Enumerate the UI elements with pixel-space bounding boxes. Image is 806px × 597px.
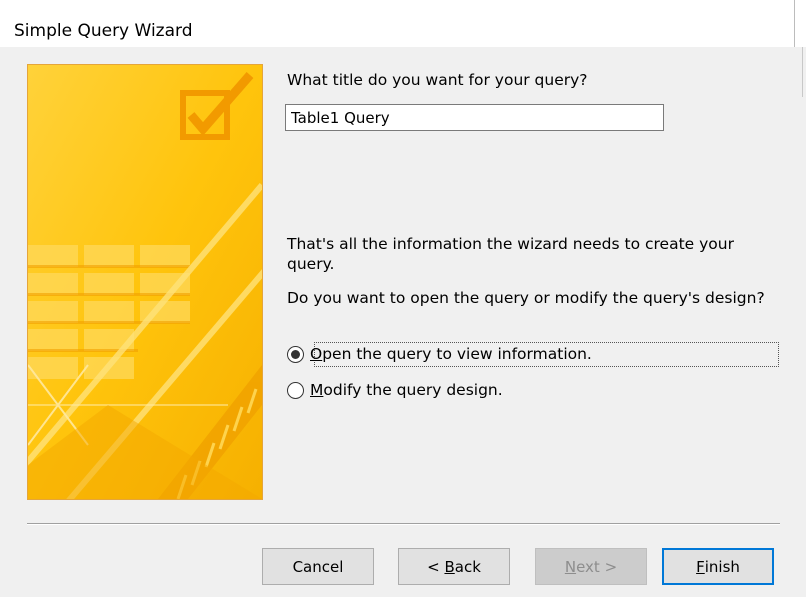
button-separator (27, 523, 780, 524)
query-title-label: What title do you want for your query? (287, 71, 588, 89)
finish-rest: inish (704, 557, 740, 576)
radio-dot-icon (291, 349, 300, 359)
radio-modify-design[interactable]: Modify the query design. (287, 378, 503, 402)
radio-open-query[interactable]: Open the query to view information. (287, 342, 779, 366)
wizard-illustration (27, 64, 263, 500)
mnemonic-b: B (444, 557, 455, 576)
radio-button-unselected[interactable] (287, 381, 304, 399)
finish-button[interactable]: Finish (662, 548, 774, 585)
next-rest: ext > (576, 557, 618, 576)
back-prefix: < (427, 557, 445, 576)
radio-button-selected[interactable] (287, 345, 304, 363)
open-question: Do you want to open the query or modify … (287, 289, 765, 307)
wizard-art-svg (28, 65, 262, 499)
title-bar-edge (794, 0, 795, 47)
info-text: That's all the information the wizard ne… (287, 235, 734, 273)
cancel-button-label: Cancel (292, 557, 344, 576)
mnemonic-f: F (696, 557, 705, 576)
mnemonic-o: O (310, 345, 323, 363)
cancel-button[interactable]: Cancel (262, 548, 374, 585)
back-rest: ack (454, 557, 481, 576)
radio-modify-design-rest: odify the query design. (323, 381, 503, 399)
radio-open-query-rest: pen the query to view information. (322, 345, 592, 363)
radio-modify-design-label[interactable]: Modify the query design. (310, 379, 503, 401)
radio-open-query-label[interactable]: Open the query to view information. (310, 343, 592, 365)
back-button[interactable]: < Back (398, 548, 510, 585)
next-button: Next > (535, 548, 647, 585)
window-edge (802, 47, 803, 97)
title-bar: Simple Query Wizard (0, 0, 806, 47)
mnemonic-m: M (310, 381, 324, 399)
window-title: Simple Query Wizard (14, 21, 193, 41)
query-title-input[interactable] (285, 104, 664, 131)
mnemonic-n: N (564, 557, 577, 576)
